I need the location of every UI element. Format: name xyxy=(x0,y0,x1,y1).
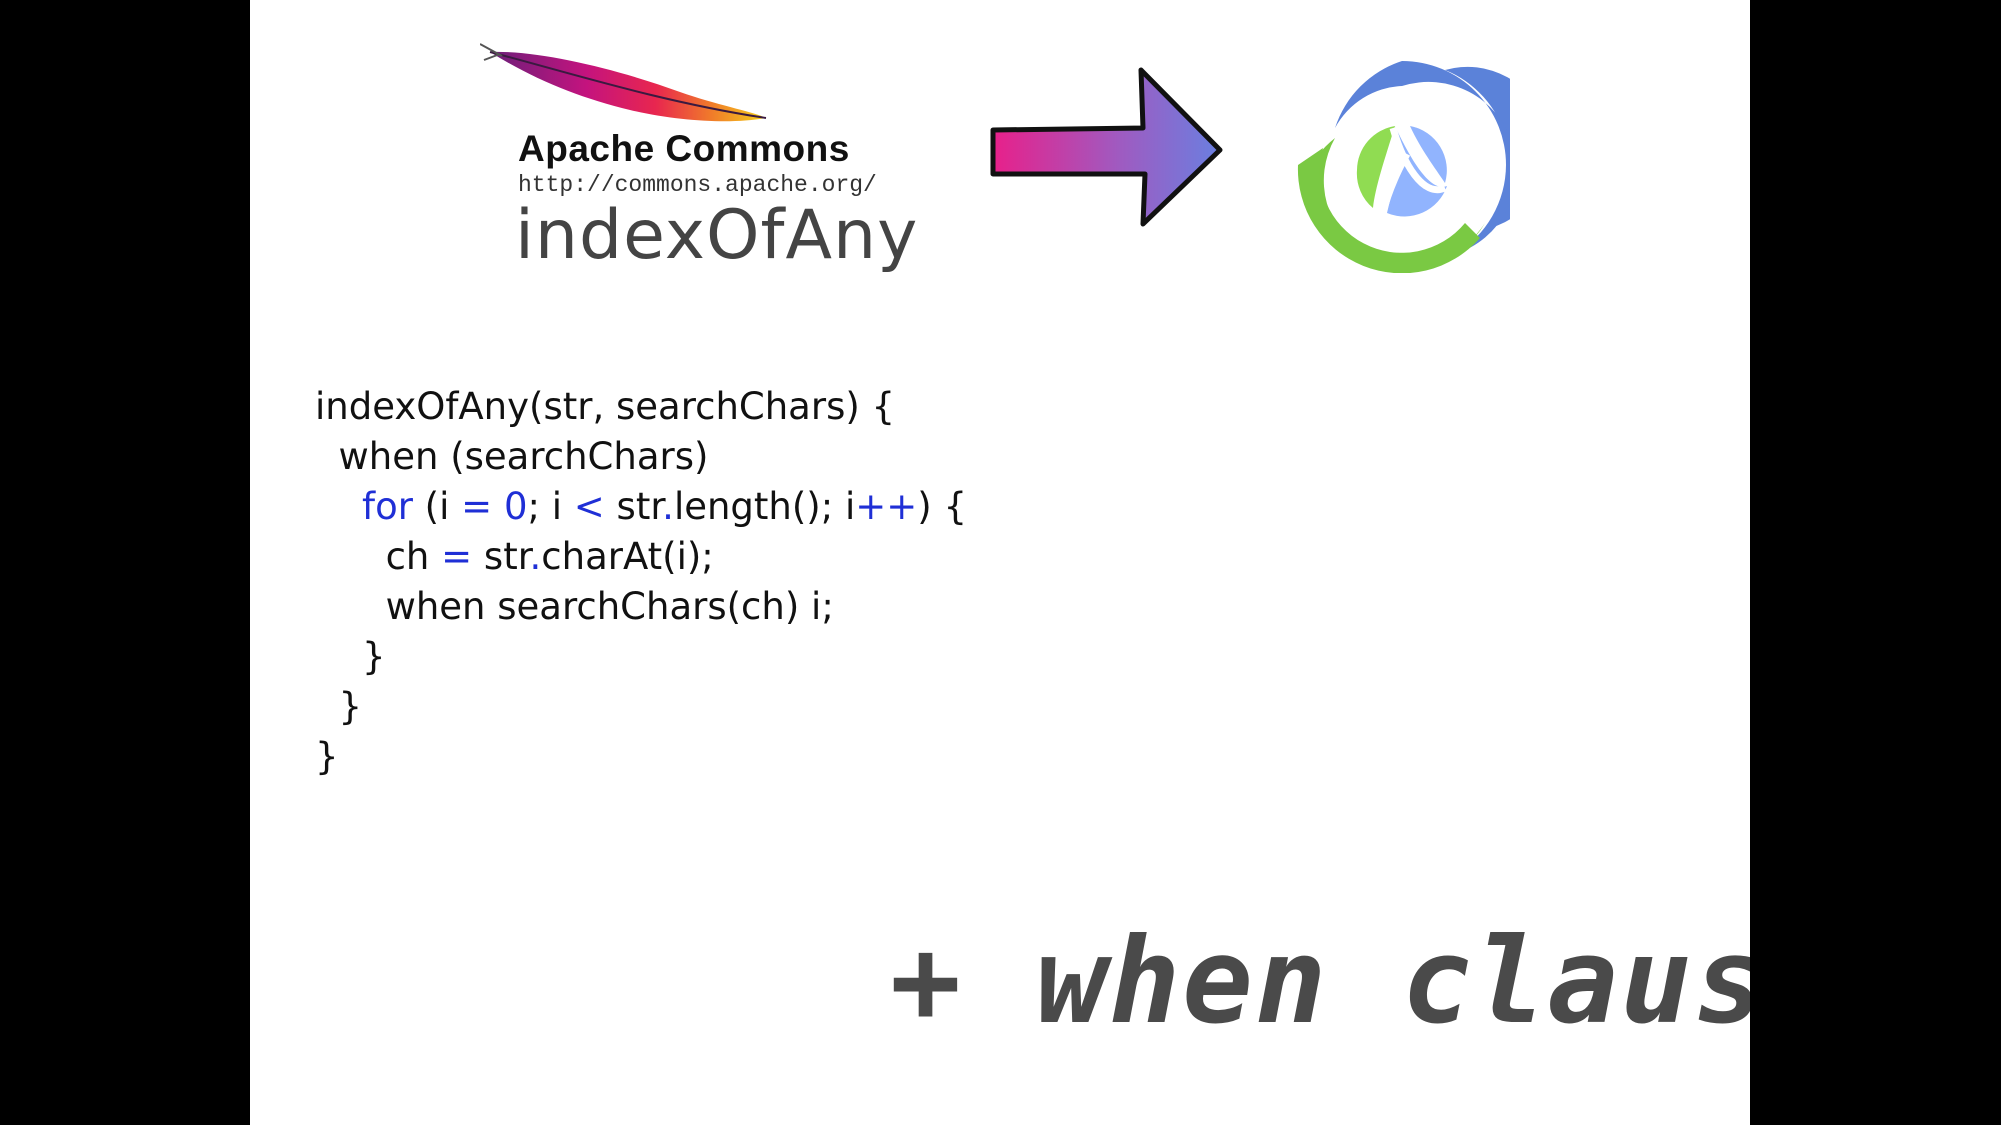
code-token: str xyxy=(604,485,663,528)
clojure-logo-icon xyxy=(1297,61,1510,273)
tagline: + when clause xyxy=(890,912,1750,1050)
operator-token: ++ xyxy=(855,485,918,528)
apache-commons-url: http://commons.apache.org/ xyxy=(518,172,877,198)
code-line: when searchChars(ch) i; xyxy=(315,582,967,632)
code-line: } xyxy=(315,735,339,778)
code-token: ; i xyxy=(527,485,574,528)
code-line: for (i = 0; i < str.length(); i++) { xyxy=(315,482,967,532)
code-token: (i xyxy=(412,485,462,528)
operator-token: . xyxy=(529,535,542,578)
apache-commons-title: Apache Commons xyxy=(518,128,850,169)
code-line: } xyxy=(315,632,967,682)
slide: Apache Commons http://commons.apache.org… xyxy=(250,0,1750,1125)
operator-token: = xyxy=(461,485,493,528)
code-token: length(); i xyxy=(673,485,856,528)
operator-token: . xyxy=(662,485,674,528)
right-arrow-icon xyxy=(990,67,1223,227)
code-line: indexOfAny(str, searchChars) { xyxy=(315,385,896,428)
operator-token: = xyxy=(441,535,473,578)
apache-feather-icon xyxy=(480,43,767,122)
code-line: } xyxy=(315,682,967,732)
slide-background: Apache Commons http://commons.apache.org… xyxy=(0,0,2001,1125)
keyword-for: for xyxy=(362,485,413,528)
code-block: indexOfAny(str, searchChars) { when (sea… xyxy=(315,382,967,782)
code-token: str xyxy=(472,535,530,578)
code-line: ch = str.charAt(i); xyxy=(315,532,967,582)
number-token: 0 xyxy=(503,485,528,528)
code-line: when (searchChars) xyxy=(315,435,709,478)
code-token: when searchChars(ch) i; xyxy=(385,585,834,628)
code-token: ) { xyxy=(917,485,968,528)
operator-token: < xyxy=(573,485,605,528)
code-token: } xyxy=(338,685,363,728)
code-token: charAt(i); xyxy=(541,535,714,578)
code-token: } xyxy=(362,635,386,678)
function-name-heading: indexOfAny xyxy=(515,196,919,275)
code-token: ch xyxy=(385,535,442,578)
